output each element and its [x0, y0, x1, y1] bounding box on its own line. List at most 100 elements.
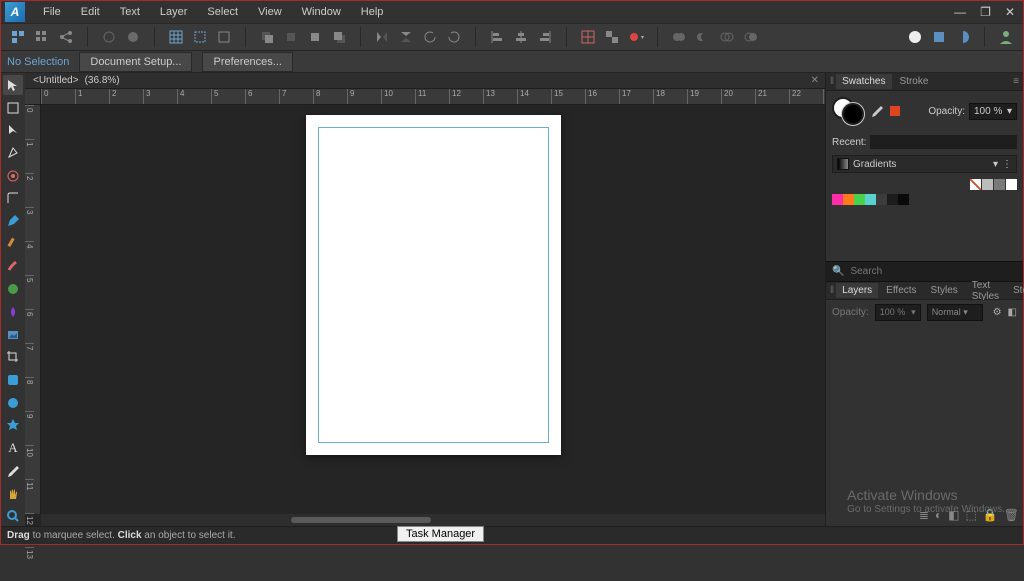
- shape-circle-tool-icon[interactable]: [3, 393, 23, 413]
- window-close[interactable]: ✕: [1005, 5, 1015, 19]
- fill-color-well[interactable]: [842, 103, 864, 125]
- palette-swatch[interactable]: [887, 194, 898, 205]
- search-input[interactable]: Search: [850, 266, 882, 277]
- move-tool-icon[interactable]: [3, 75, 23, 95]
- order-backward-icon[interactable]: [280, 26, 302, 48]
- corner-tool-icon[interactable]: [3, 189, 23, 209]
- brush-tool-icon[interactable]: [3, 257, 23, 277]
- menu-edit[interactable]: Edit: [71, 3, 110, 21]
- persona-designer-icon[interactable]: [904, 26, 926, 48]
- snap-bounds-icon[interactable]: [213, 26, 235, 48]
- point-transform-tool-icon[interactable]: [3, 143, 23, 163]
- rotate-cw-icon[interactable]: [443, 26, 465, 48]
- flip-h-icon[interactable]: [371, 26, 393, 48]
- preferences-button[interactable]: Preferences...: [202, 52, 292, 72]
- opacity-field[interactable]: 100 %▾: [969, 103, 1017, 120]
- layer-settings-icon[interactable]: ⚙: [993, 307, 1002, 318]
- sync-off-icon[interactable]: [98, 26, 120, 48]
- account-icon[interactable]: [995, 26, 1017, 48]
- hand-tool-icon[interactable]: [3, 484, 23, 504]
- menu-layer[interactable]: Layer: [150, 3, 198, 21]
- document-tab-close-icon[interactable]: ✕: [805, 75, 825, 86]
- share-icon[interactable]: [55, 26, 77, 48]
- recent-swatches-strip[interactable]: [870, 135, 1017, 149]
- window-maximize[interactable]: ❐: [980, 5, 991, 19]
- tab-swatches[interactable]: Swatches: [836, 74, 891, 89]
- fill-tool-icon[interactable]: [3, 279, 23, 299]
- canvas-page[interactable]: [306, 115, 561, 455]
- document-tab[interactable]: <Untitled> (36.8%): [25, 74, 128, 87]
- checker-toggle-icon[interactable]: [601, 26, 623, 48]
- swatch-mid[interactable]: [994, 179, 1005, 190]
- color-wells[interactable]: [832, 97, 864, 125]
- tab-stock[interactable]: Stock: [1007, 283, 1024, 298]
- horizontal-scrollbar-thumb[interactable]: [291, 517, 431, 523]
- task-manager-taskbar-item[interactable]: Task Manager: [397, 526, 484, 542]
- horizontal-scrollbar[interactable]: [41, 514, 825, 526]
- palette-selector[interactable]: Gradients ▾ ⋮: [832, 155, 1017, 173]
- tab-styles[interactable]: Styles: [925, 283, 964, 298]
- palette-swatch[interactable]: [832, 194, 843, 205]
- menu-window[interactable]: Window: [292, 3, 351, 21]
- palette-menu-icon[interactable]: ⋮: [1002, 159, 1012, 170]
- persona-pixel-icon[interactable]: [928, 26, 950, 48]
- swatch-light[interactable]: [982, 179, 993, 190]
- swatch-none-icon[interactable]: [970, 179, 981, 190]
- layer-opacity-field[interactable]: 100 %▾: [875, 304, 921, 321]
- snap-guides-icon[interactable]: [189, 26, 211, 48]
- artboard-tool-icon[interactable]: [3, 98, 23, 118]
- align-right-icon[interactable]: [534, 26, 556, 48]
- shape-star-tool-icon[interactable]: [3, 416, 23, 436]
- palette-swatch[interactable]: [854, 194, 865, 205]
- flip-v-icon[interactable]: [395, 26, 417, 48]
- tab-layers[interactable]: Layers: [836, 283, 878, 298]
- lock-icon[interactable]: 🔒: [983, 508, 998, 522]
- order-forward-icon[interactable]: [304, 26, 326, 48]
- menu-text[interactable]: Text: [110, 3, 150, 21]
- transparency-tool-icon[interactable]: [3, 302, 23, 322]
- node-tool-icon[interactable]: [3, 120, 23, 140]
- tab-stroke[interactable]: Stroke: [894, 74, 935, 89]
- align-left-icon[interactable]: [486, 26, 508, 48]
- menu-file[interactable]: File: [33, 3, 71, 21]
- grid-toggle-icon[interactable]: [577, 26, 599, 48]
- panel-menu-icon[interactable]: ≡: [1013, 76, 1019, 87]
- document-setup-button[interactable]: Document Setup...: [79, 52, 192, 72]
- trash-icon[interactable]: 🗑: [1004, 508, 1019, 522]
- ruler-vertical[interactable]: 012345678910111213: [25, 105, 41, 514]
- window-minimize[interactable]: —: [954, 5, 966, 19]
- boolop-divide-icon[interactable]: [740, 26, 762, 48]
- layer-blend-field[interactable]: Normal ▾: [927, 304, 983, 321]
- contour-tool-icon[interactable]: [3, 166, 23, 186]
- place-image-tool-icon[interactable]: [3, 325, 23, 345]
- menu-help[interactable]: Help: [351, 3, 394, 21]
- adjust-icon[interactable]: ◧: [948, 508, 959, 522]
- snapping-dropdown-icon[interactable]: [625, 26, 647, 48]
- pen-tool-icon[interactable]: [3, 211, 23, 231]
- eyedropper-tool-icon[interactable]: [3, 461, 23, 481]
- palette-swatch[interactable]: [865, 194, 876, 205]
- shape-ellipse-tool-icon[interactable]: [3, 370, 23, 390]
- order-front-icon[interactable]: [328, 26, 350, 48]
- swatch-white[interactable]: [1006, 179, 1017, 190]
- palette-swatch[interactable]: [898, 194, 909, 205]
- crop-tool-icon[interactable]: [3, 347, 23, 367]
- layers-stack-icon[interactable]: ≣: [919, 508, 929, 522]
- ruler-horizontal[interactable]: 01234567891011121314151617181920212223: [41, 89, 825, 105]
- eyedropper-icon[interactable]: [870, 104, 884, 118]
- order-back-icon[interactable]: [256, 26, 278, 48]
- mask-icon[interactable]: ◐: [935, 508, 942, 522]
- menu-select[interactable]: Select: [197, 3, 248, 21]
- zoom-tool-icon[interactable]: [3, 506, 23, 526]
- pencil-tool-icon[interactable]: [3, 234, 23, 254]
- view-separated-icon[interactable]: [7, 26, 29, 48]
- sync-on-icon[interactable]: [122, 26, 144, 48]
- persona-export-icon[interactable]: [952, 26, 974, 48]
- boolop-subtract-icon[interactable]: [692, 26, 714, 48]
- rotate-ccw-icon[interactable]: [419, 26, 441, 48]
- boolop-intersect-icon[interactable]: [716, 26, 738, 48]
- palette-swatch[interactable]: [843, 194, 854, 205]
- align-center-icon[interactable]: [510, 26, 532, 48]
- menu-view[interactable]: View: [248, 3, 292, 21]
- snap-grid-icon[interactable]: [165, 26, 187, 48]
